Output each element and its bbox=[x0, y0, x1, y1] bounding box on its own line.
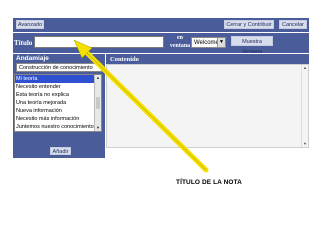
annotation-label: TÍTULO DE LA NOTA bbox=[176, 179, 242, 186]
annotation-arrow-outline bbox=[79, 45, 207, 171]
annotation-arrow-icon bbox=[73, 39, 209, 173]
